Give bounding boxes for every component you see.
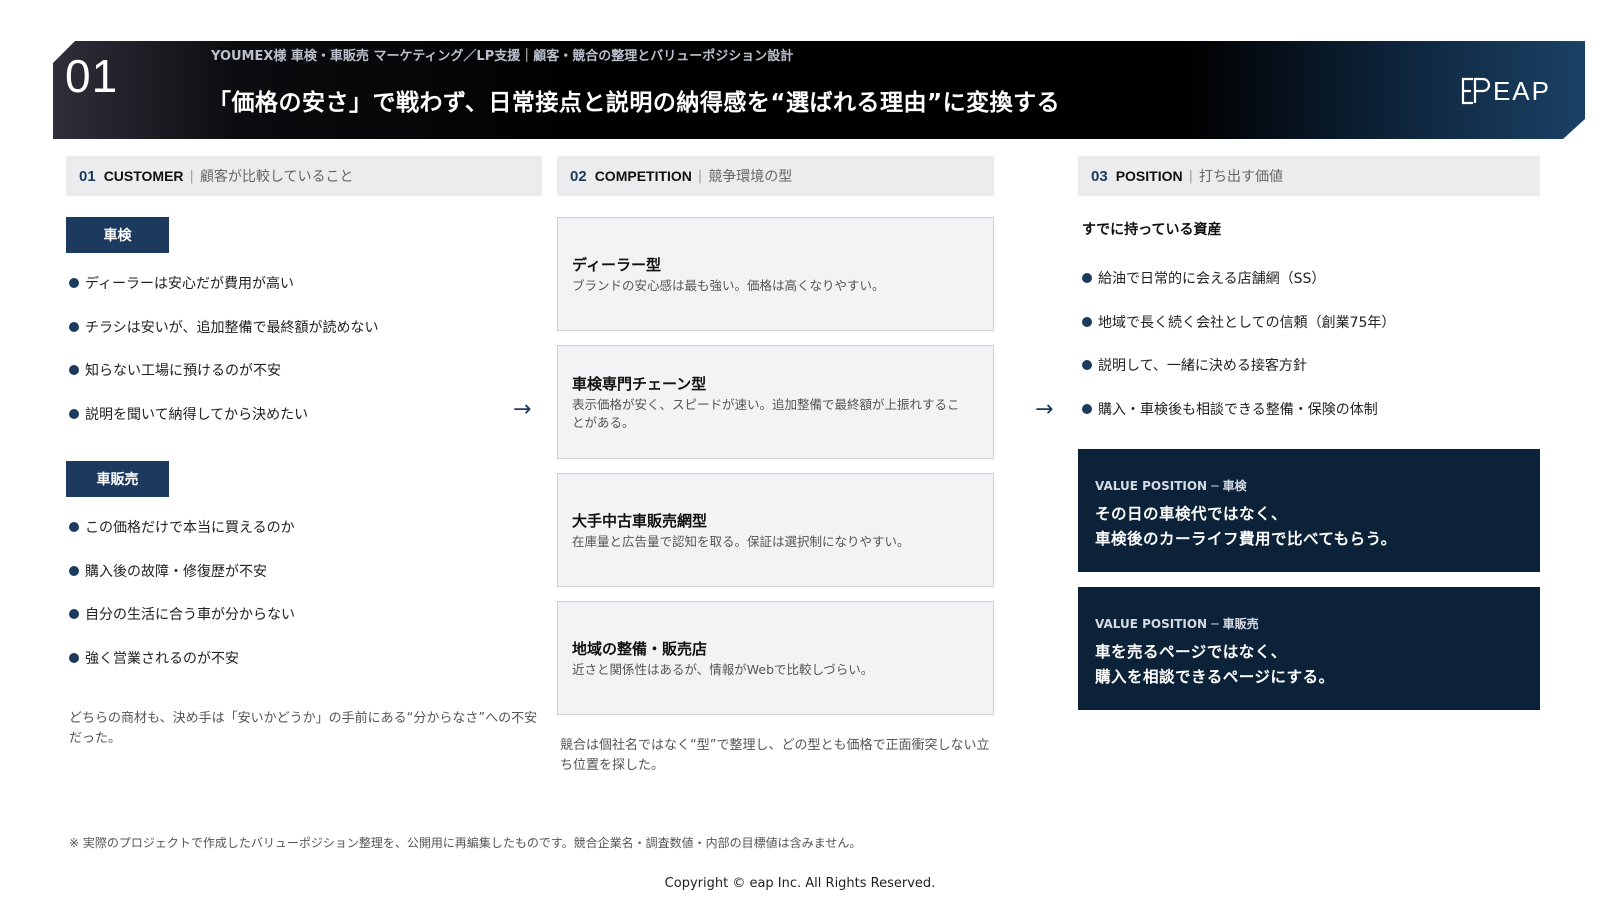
value-position-label: VALUE POSITION ─ 車販売 <box>1095 617 1259 631</box>
list-item: 給油で日常的に会える店舗網（SS） <box>1082 268 1325 288</box>
list-item-text: 給油で日常的に会える店舗網（SS） <box>1098 271 1326 287</box>
bullet-dot-icon <box>69 409 79 419</box>
column-title-ja: 打ち出す価値 <box>1198 169 1283 185</box>
list-item: 購入後の故障・修復歴が不安 <box>69 561 267 581</box>
bullet-dot-icon <box>69 322 79 332</box>
list-item: チラシは安いが、追加整備で最終額が読めない <box>69 317 378 337</box>
eap-logo: EAP <box>1459 75 1551 107</box>
header-banner: 01 YOUMEX様 車検・車販売 マーケティング／LP支援｜顧客・競合の整理と… <box>53 41 1585 139</box>
value-position-line: 購入を相談できるページにする。 <box>1095 668 1335 686</box>
column-title-en: CUSTOMER <box>103 168 184 184</box>
column-number: 02 <box>570 167 587 185</box>
card-title: 大手中古車販売網型 <box>572 512 708 530</box>
column-number: 01 <box>79 167 96 185</box>
card-title: ディーラー型 <box>572 256 661 274</box>
column-title-ja: 顧客が比較していること <box>199 169 354 185</box>
logo-text: EAP <box>1492 75 1551 106</box>
list-item-text: 購入後の故障・修復歴が不安 <box>85 564 267 580</box>
list-item: 地域で長く続く会社としての信頼（創業75年） <box>1082 312 1395 332</box>
separator: | <box>1188 168 1193 184</box>
value-position-label: VALUE POSITION ─ 車検 <box>1095 479 1247 493</box>
customer-note: どちらの商材も、決め手は「安いかどうか」の手前にある“分からなさ”への不安だった… <box>69 711 538 746</box>
column-title-ja: 競争環境の型 <box>708 169 793 185</box>
competitor-card: ディーラー型 ブランドの安心感は最も強い。価格は高くなりやすい。 <box>557 217 994 331</box>
list-item: 自分の生活に合う車が分からない <box>69 604 295 624</box>
bullet-dot-icon <box>69 365 79 375</box>
bullet-dot-icon <box>69 566 79 576</box>
eap-logo-icon <box>1459 76 1491 106</box>
bullet-dot-icon <box>69 609 79 619</box>
list-item: ディーラーは安心だが費用が高い <box>69 273 294 293</box>
list-item: 説明して、一緒に決める接客方針 <box>1082 355 1307 375</box>
competitor-card: 大手中古車販売網型 在庫量と広告量で認知を取る。保証は選択制になりやすい。 <box>557 473 994 587</box>
footnote: ※ 実際のプロジェクトで作成したバリューポジション整理を、公開用に再編集したもの… <box>69 836 862 850</box>
list-item-text: この価格だけで本当に買えるのか <box>85 520 295 536</box>
list-item: 強く営業されるのが不安 <box>69 648 239 668</box>
list-item-text: チラシは安いが、追加整備で最終額が読めない <box>85 320 379 336</box>
list-item-text: 自分の生活に合う車が分からない <box>85 607 295 623</box>
value-position-line: 車を売るページではなく、 <box>1095 643 1287 661</box>
card-title: 車検専門チェーン型 <box>572 375 707 393</box>
column-header-competition: 02 COMPETITION | 競争環境の型 <box>557 156 994 196</box>
bullet-dot-icon <box>1082 273 1092 283</box>
card-description: ブランドの安心感は最も強い。価格は高くなりやすい。 <box>572 278 885 293</box>
assets-title: すでに持っている資産 <box>1082 222 1222 238</box>
list-item-text: ディーラーは安心だが費用が高い <box>85 276 295 292</box>
bullet-dot-icon <box>1082 360 1092 370</box>
list-item: 知らない工場に預けるのが不安 <box>69 360 281 380</box>
bullet-dot-icon <box>1082 317 1092 327</box>
page-title: 「価格の安さ」で戦わず、日常接点と説明の納得感を“選ばれる理由”に変換する <box>208 90 1061 116</box>
column-title-en: COMPETITION <box>594 168 692 184</box>
list-item-text: 購入・車検後も相談できる整備・保険の体制 <box>1098 402 1378 418</box>
slide-number: 01 <box>65 50 119 102</box>
value-position-line: その日の車検代ではなく、 <box>1095 505 1288 523</box>
tag-shaken: 車検 <box>66 217 169 253</box>
bullet-dot-icon <box>69 653 79 663</box>
column-title-en: POSITION <box>1115 168 1183 184</box>
arrow-right-icon: → <box>1035 397 1054 422</box>
copyright: Copyright © eap Inc. All Rights Reserved… <box>664 876 936 891</box>
list-item: この価格だけで本当に買えるのか <box>69 517 295 537</box>
separator: | <box>189 168 194 184</box>
column-header-customer: 01 CUSTOMER | 顧客が比較していること <box>66 156 542 196</box>
separator: | <box>697 168 703 184</box>
arrow-right-icon: → <box>513 397 532 422</box>
card-description: 近さと関係性はあるが、情報がWebで比較しづらい。 <box>572 662 874 677</box>
competitor-card: 車検専門チェーン型 表示価格が安く、スピードが速い。追加整備で最終額が上振れする… <box>557 345 994 459</box>
column-number: 03 <box>1091 167 1108 185</box>
card-title: 地域の整備・販売店 <box>572 640 708 658</box>
bullet-dot-icon <box>69 522 79 532</box>
list-item-text: 知らない工場に預けるのが不安 <box>85 363 281 379</box>
column-header-position: 03 POSITION | 打ち出す価値 <box>1078 156 1540 196</box>
list-item-text: 強く営業されるのが不安 <box>85 651 239 667</box>
value-position-line: 車検後のカーライフ費用で比べてもらう。 <box>1095 530 1397 548</box>
card-description: 在庫量と広告量で認知を取る。保証は選択制になりやすい。 <box>572 534 910 549</box>
header-subtitle: YOUMEX様 車検・車販売 マーケティング／LP支援｜顧客・競合の整理とバリュ… <box>211 49 794 64</box>
list-item-text: 地域で長く続く会社としての信頼（創業75年） <box>1098 315 1396 331</box>
list-item-text: 説明を聞いて納得してから決めたい <box>85 407 309 423</box>
list-item-text: 説明して、一緒に決める接客方針 <box>1098 358 1307 374</box>
list-item: 説明を聞いて納得してから決めたい <box>69 404 308 424</box>
card-description: 表示価格が安く、スピードが速い。追加整備で最終額が上振れすることがある。 <box>572 397 960 430</box>
bullet-dot-icon <box>69 278 79 288</box>
value-position-box: VALUE POSITION ─ 車販売 車を売るページではなく、 購入を相談で… <box>1078 587 1540 710</box>
competitor-card: 地域の整備・販売店 近さと関係性はあるが、情報がWebで比較しづらい。 <box>557 601 994 715</box>
list-item: 購入・車検後も相談できる整備・保険の体制 <box>1082 399 1378 419</box>
bullet-dot-icon <box>1082 404 1092 414</box>
competition-note: 競合は個社名ではなく“型”で整理し、どの型とも価格で正面衝突しない立ち位置を探し… <box>560 738 990 773</box>
tag-car-sales: 車販売 <box>66 461 169 497</box>
value-position-box: VALUE POSITION ─ 車検 その日の車検代ではなく、 車検後のカーラ… <box>1078 449 1540 572</box>
